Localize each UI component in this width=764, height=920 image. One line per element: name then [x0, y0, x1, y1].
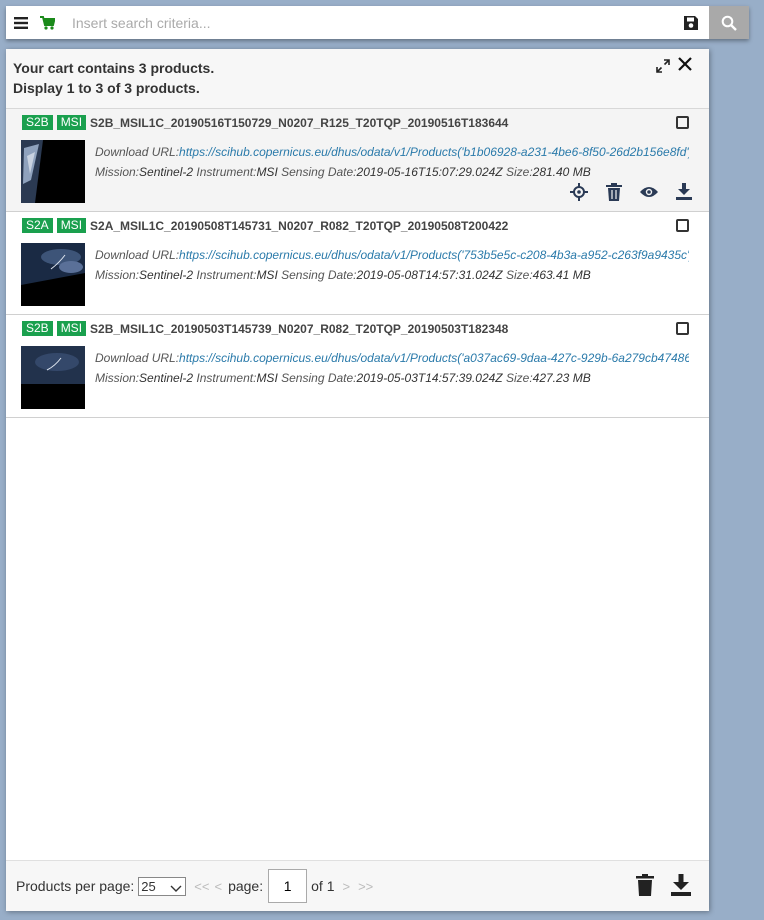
instrument-badge: MSI: [56, 115, 87, 130]
instrument-value: MSI: [256, 371, 278, 385]
locate-icon[interactable]: [569, 182, 588, 201]
size-label: Size:: [505, 268, 533, 282]
download-url-link[interactable]: https://scihub.copernicus.eu/dhus/odata/…: [179, 248, 689, 262]
cart-display-range: Display 1 to 3 of 3 products.: [13, 80, 200, 96]
size-label: Size:: [505, 165, 533, 179]
mission-value: Sentinel-2: [139, 371, 194, 385]
size-value: 463.41 MB: [532, 268, 591, 282]
cart-footer: Products per page: 25 << < page: of 1 > …: [6, 860, 709, 911]
mission-value: Sentinel-2: [139, 268, 194, 282]
product-actions: [569, 182, 693, 201]
search-input[interactable]: [60, 6, 673, 39]
mission-label: Mission:: [95, 371, 140, 385]
product-thumbnail[interactable]: [21, 140, 85, 203]
download-url-label: Download URL:: [95, 145, 180, 159]
product-meta: Download URL:https://scihub.copernicus.e…: [95, 348, 689, 388]
page-input[interactable]: [268, 869, 308, 903]
download-url-label: Download URL:: [95, 248, 180, 262]
product-name: S2B_MSIL1C_20190503T145739_N0207_R082_T2…: [90, 321, 509, 336]
product-meta: Download URL:https://scihub.copernicus.e…: [95, 142, 689, 182]
trash-icon[interactable]: [604, 182, 623, 201]
per-page-select[interactable]: 25: [138, 876, 187, 898]
product-checkbox[interactable]: [676, 116, 689, 129]
product-checkbox[interactable]: [676, 322, 689, 335]
next-page-button[interactable]: >: [342, 879, 350, 894]
page-label: page:: [228, 878, 264, 894]
last-page-button[interactable]: >>: [358, 879, 373, 894]
save-icon[interactable]: [673, 6, 709, 39]
first-page-button[interactable]: <<: [194, 879, 209, 894]
instrument-value: MSI: [256, 268, 278, 282]
product-item[interactable]: S2B MSI S2B_MSIL1C_20190503T145739_N0207…: [6, 315, 709, 418]
cart-summary: Your cart contains 3 products.: [13, 60, 215, 76]
size-value: 427.23 MB: [532, 371, 591, 385]
product-item[interactable]: S2A MSI S2A_MSIL1C_20190508T145731_N0207…: [6, 212, 709, 315]
sensing-date-label: Sensing Date:: [281, 268, 357, 282]
menu-icon[interactable]: [8, 6, 34, 39]
sensing-date-label: Sensing Date:: [281, 165, 357, 179]
search-button[interactable]: [709, 6, 749, 39]
cart-icon[interactable]: [34, 6, 60, 39]
download-url-link[interactable]: https://scihub.copernicus.eu/dhus/odata/…: [179, 145, 689, 159]
mission-label: Mission:: [95, 165, 140, 179]
sensing-date-value: 2019-05-08T14:57:31.024Z: [356, 268, 503, 282]
product-name: S2B_MSIL1C_20190516T150729_N0207_R125_T2…: [90, 115, 509, 130]
cart-panel: Your cart contains 3 products. Display 1…: [6, 49, 709, 911]
size-label: Size:: [505, 371, 533, 385]
product-name: S2A_MSIL1C_20190508T145731_N0207_R082_T2…: [90, 218, 509, 233]
search-bar: [6, 6, 749, 39]
product-checkbox[interactable]: [676, 219, 689, 232]
product-thumbnail[interactable]: [21, 346, 85, 409]
cart-header: Your cart contains 3 products. Display 1…: [6, 49, 709, 109]
satellite-badge: S2B: [22, 115, 53, 130]
per-page-label: Products per page:: [16, 878, 135, 894]
sensing-date-value: 2019-05-16T15:07:29.024Z: [356, 165, 503, 179]
prev-page-button[interactable]: <: [214, 879, 222, 894]
sensing-date-value: 2019-05-03T14:57:39.024Z: [356, 371, 503, 385]
instrument-badge: MSI: [56, 218, 87, 233]
trash-icon[interactable]: [635, 873, 655, 897]
instrument-badge: MSI: [56, 321, 87, 336]
instrument-label: Instrument:: [196, 371, 257, 385]
expand-icon[interactable]: [655, 58, 673, 76]
instrument-label: Instrument:: [196, 268, 257, 282]
satellite-badge: S2A: [22, 218, 53, 233]
download-icon[interactable]: [674, 182, 693, 201]
satellite-badge: S2B: [22, 321, 53, 336]
product-thumbnail[interactable]: [21, 243, 85, 306]
size-value: 281.40 MB: [532, 165, 591, 179]
download-url-link[interactable]: https://scihub.copernicus.eu/dhus/odata/…: [179, 351, 689, 365]
eye-icon[interactable]: [639, 182, 658, 201]
sensing-date-label: Sensing Date:: [281, 371, 357, 385]
product-meta: Download URL:https://scihub.copernicus.e…: [95, 245, 689, 285]
mission-value: Sentinel-2: [139, 165, 194, 179]
search-icon: [721, 15, 737, 31]
mission-label: Mission:: [95, 268, 140, 282]
download-icon[interactable]: [671, 873, 691, 897]
instrument-value: MSI: [256, 165, 278, 179]
chevron-down-icon: [170, 881, 182, 898]
instrument-label: Instrument:: [196, 165, 257, 179]
page-count: of 1: [311, 878, 335, 894]
download-url-label: Download URL:: [95, 351, 180, 365]
product-item[interactable]: S2B MSI S2B_MSIL1C_20190516T150729_N0207…: [6, 109, 709, 212]
close-icon[interactable]: [677, 56, 695, 74]
per-page-value: 25: [141, 878, 156, 894]
